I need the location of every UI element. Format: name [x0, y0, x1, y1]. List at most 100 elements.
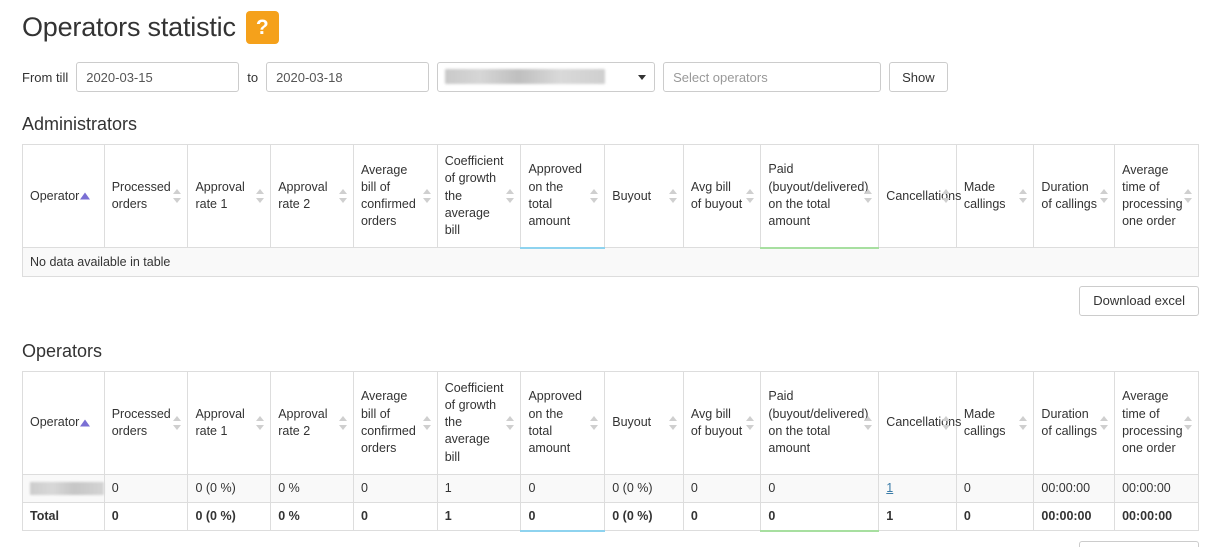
total-cell-5: 1 — [436, 501, 522, 532]
sort-both-icon[interactable] — [506, 189, 515, 204]
table-cell-7: 0 (0 %) — [604, 473, 684, 503]
column-header-label: Coefficient of growth the average bill — [444, 154, 504, 237]
column-header-label: Coefficient of growth the average bill — [444, 380, 504, 464]
sort-both-icon[interactable] — [668, 415, 678, 430]
sort-both-icon[interactable] — [864, 415, 873, 430]
sort-both-icon[interactable] — [941, 189, 951, 204]
table-cell-13: 00:00:00 — [1114, 473, 1199, 503]
page-header: Operators statistic ? — [22, 0, 1199, 48]
sort-both-icon[interactable] — [506, 415, 515, 430]
operators-col-header-0[interactable]: Operator — [22, 370, 105, 475]
administrators-col-header-7[interactable]: Buyout — [604, 143, 684, 249]
operators-col-header-5[interactable]: Coefficient of growth the average bill — [436, 370, 522, 475]
sort-both-icon[interactable] — [1100, 415, 1109, 430]
operators-col-header-12[interactable]: Duration of callings — [1033, 370, 1116, 475]
redacted-project-value — [445, 69, 606, 84]
sort-both-icon[interactable] — [422, 415, 432, 430]
sort-both-icon[interactable] — [941, 415, 951, 430]
show-button[interactable]: Show — [889, 62, 948, 92]
operators-col-header-4[interactable]: Average bill of confirmed orders — [352, 370, 438, 475]
sort-both-icon[interactable] — [1184, 189, 1193, 204]
table-cell-10[interactable]: 1 — [878, 473, 957, 503]
administrators-col-header-6[interactable]: Approved on the total amount — [520, 143, 606, 249]
administrators-col-header-1[interactable]: Processed orders — [103, 143, 189, 249]
administrators-col-header-3[interactable]: Approval rate 2 — [270, 143, 354, 249]
administrators-empty-row: No data available in table — [22, 247, 1199, 277]
sort-both-icon[interactable] — [590, 188, 599, 203]
operators-col-header-3[interactable]: Approval rate 2 — [270, 370, 354, 475]
redacted-operator-name — [30, 482, 104, 496]
select-operators-input[interactable] — [663, 62, 882, 92]
column-header-label: Approved on the total amount — [528, 389, 582, 455]
total-cell-13: 00:00:00 — [1114, 501, 1199, 532]
operators-table: Operator Processed orders Approval rate 1 A… — [22, 370, 1199, 532]
download-excel-button-administrators[interactable]: Download excel — [1079, 285, 1199, 316]
column-header-label: Processed orders — [111, 179, 171, 212]
administrators-col-header-12[interactable]: Duration of callings — [1033, 143, 1116, 249]
sort-ascending-icon[interactable] — [80, 419, 90, 427]
sort-both-icon[interactable] — [173, 415, 182, 430]
sort-both-icon[interactable] — [1100, 189, 1109, 204]
date-to-input[interactable] — [266, 62, 430, 92]
sort-both-icon[interactable] — [1019, 415, 1028, 430]
sort-both-icon[interactable] — [1019, 189, 1028, 204]
administrators-header-row: Operator Processed orders Approval rate 1 A… — [22, 143, 1199, 249]
project-select[interactable] — [437, 62, 656, 92]
filter-bar: From till to Show — [22, 62, 1199, 92]
column-header-label: Paid (buyout/delivered) on the total amo… — [768, 389, 869, 455]
administrators-col-header-13[interactable]: Average time of processing one order — [1114, 143, 1199, 249]
column-header-label: Buyout — [612, 188, 652, 203]
operators-col-header-6[interactable]: Approved on the total amount — [520, 370, 606, 475]
operators-header-row: Operator Processed orders Approval rate 1 A… — [22, 370, 1199, 475]
operators-col-header-1[interactable]: Processed orders — [103, 370, 189, 475]
sort-both-icon[interactable] — [256, 189, 265, 204]
question-mark-icon[interactable]: ? — [245, 10, 279, 44]
administrators-col-header-5[interactable]: Coefficient of growth the average bill — [436, 143, 522, 249]
operators-col-header-7[interactable]: Buyout — [604, 370, 684, 475]
administrators-col-header-9[interactable]: Paid (buyout/delivered) on the total amo… — [760, 143, 880, 249]
sort-both-icon[interactable] — [864, 188, 873, 203]
chevron-down-icon[interactable] — [638, 75, 647, 80]
cancellations-link[interactable]: 1 — [886, 481, 893, 495]
administrators-col-header-2[interactable]: Approval rate 1 — [187, 143, 272, 249]
sort-both-icon[interactable] — [746, 415, 755, 430]
administrators-col-header-10[interactable]: Cancellations — [878, 143, 961, 249]
operators-col-header-2[interactable]: Approval rate 1 — [187, 370, 272, 475]
column-header-label: Avg bill of buyout — [690, 406, 743, 438]
column-header-label: Approval rate 2 — [278, 406, 328, 438]
sort-both-icon[interactable] — [668, 189, 678, 204]
date-from-input[interactable] — [76, 62, 240, 92]
table-cell-1: 0 — [103, 473, 189, 503]
administrators-col-header-0[interactable]: Operator — [22, 143, 105, 249]
total-cell-3: 0 % — [270, 501, 354, 532]
sort-both-icon[interactable] — [1184, 415, 1193, 430]
table-cell-8: 0 — [682, 473, 762, 503]
administrators-col-header-11[interactable]: Made callings — [955, 143, 1035, 249]
to-label: to — [247, 69, 259, 85]
administrators-download-row: Download excel — [22, 285, 1199, 316]
operators-col-header-10[interactable]: Cancellations — [878, 370, 962, 475]
sort-both-icon[interactable] — [173, 189, 182, 204]
sort-ascending-icon[interactable] — [80, 192, 90, 200]
sort-both-icon[interactable] — [338, 189, 348, 204]
operators-col-header-11[interactable]: Made callings — [955, 370, 1035, 475]
sort-both-icon[interactable] — [746, 189, 755, 204]
column-header-label: Processed orders — [111, 406, 171, 438]
column-header-label: Made callings — [963, 406, 1006, 438]
administrators-col-header-8[interactable]: Avg bill of buyout — [682, 143, 762, 249]
operators-col-header-9[interactable]: Paid (buyout/delivered) on the total amo… — [760, 370, 880, 475]
sort-both-icon[interactable] — [338, 415, 348, 430]
administrators-col-header-4[interactable]: Average bill of confirmed orders — [352, 143, 438, 249]
column-header-label: Cancellations — [886, 415, 962, 430]
page-title: Operators statistic — [22, 11, 236, 42]
sort-both-icon[interactable] — [590, 415, 599, 430]
download-excel-button-operators[interactable]: Download excel — [1079, 540, 1199, 547]
operators-col-header-8[interactable]: Avg bill of buyout — [682, 370, 762, 475]
table-cell-0 — [22, 473, 105, 503]
operators-col-header-13[interactable]: Average time of processing one order — [1114, 370, 1199, 475]
administrators-section-title: Administrators — [22, 114, 138, 134]
sort-both-icon[interactable] — [422, 189, 432, 204]
total-cell-11: 0 — [955, 501, 1035, 532]
sort-both-icon[interactable] — [256, 415, 265, 430]
operators-section-title: Operators — [22, 340, 103, 361]
